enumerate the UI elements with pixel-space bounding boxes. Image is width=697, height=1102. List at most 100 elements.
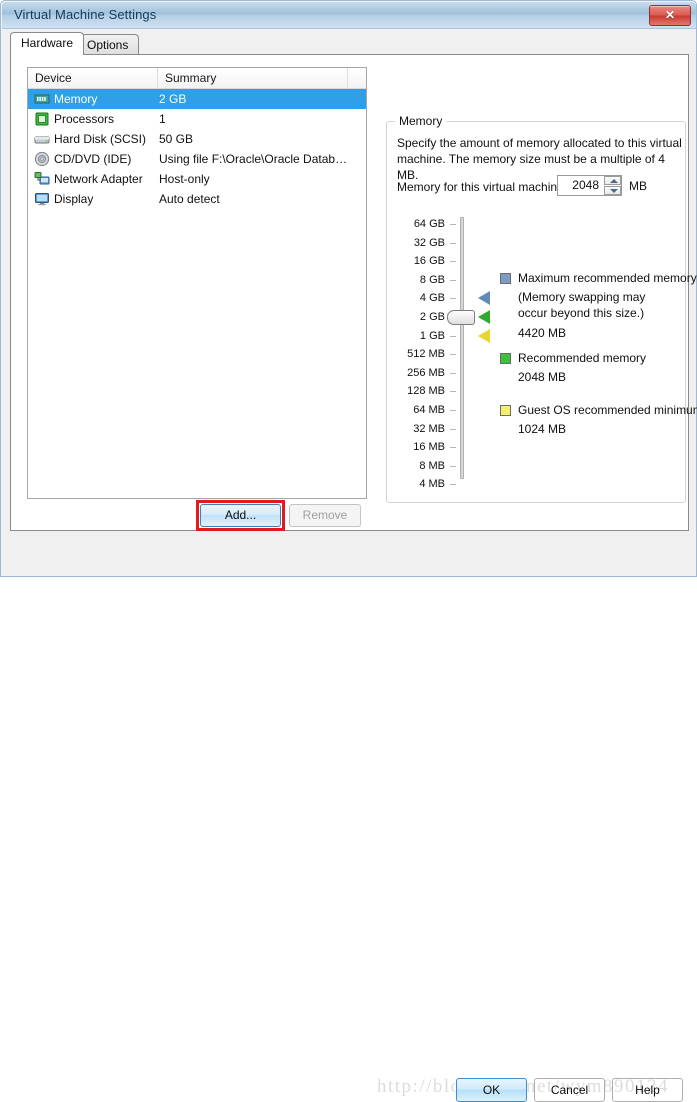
- guest-minimum-marker: [478, 328, 490, 343]
- scale-tick-label: 16 GB: [413, 255, 445, 268]
- legend-value-maximum-recommended-memory: 4420 MB: [518, 326, 567, 340]
- scale-tick-mark: [450, 372, 456, 374]
- scale-tick-label: 4 GB: [419, 292, 445, 305]
- memory-description: Specify the amount of memory allocated t…: [397, 136, 682, 182]
- hard-disk-icon: [34, 131, 50, 147]
- spinner-up-button[interactable]: [604, 176, 621, 185]
- scale-tick-label: 8 MB: [419, 459, 445, 472]
- device-row-processors[interactable]: Processors 1: [28, 109, 366, 129]
- scale-tick-label: 32 GB: [413, 236, 445, 249]
- scale-row: 128 MB: [389, 384, 689, 398]
- title-bar: Virtual Machine Settings ✕: [2, 2, 696, 29]
- column-header-summary[interactable]: Summary: [158, 68, 348, 88]
- device-name: Network Adapter: [54, 172, 143, 186]
- device-row-display[interactable]: Display Auto detect: [28, 189, 366, 209]
- scale-tick-mark: [450, 465, 456, 467]
- scale-row: 16 GB: [389, 254, 689, 268]
- memory-scale: 64 GB 32 GB 16 GB 8 GB 4 GB 2 GB 1 GB 512 MB 256…: [389, 215, 689, 490]
- cancel-button[interactable]: Cancel: [534, 1078, 605, 1102]
- window-title: Virtual Machine Settings: [14, 7, 157, 22]
- scale-tick-mark: [450, 298, 456, 300]
- scale-row: 4 MB: [389, 477, 689, 491]
- dialog-button-bar: http://blog.csdn.net/wym890124 OK Cancel…: [1, 531, 697, 1102]
- ok-button[interactable]: OK: [456, 1078, 527, 1102]
- close-button[interactable]: ✕: [649, 5, 691, 26]
- device-name: Display: [54, 192, 94, 206]
- memory-icon: [34, 91, 50, 107]
- device-summary: 1: [159, 112, 166, 126]
- legend-swatch-maximum-recommended-memory: [500, 273, 511, 284]
- device-summary: Host-only: [159, 172, 210, 186]
- memory-group-label: Memory: [395, 114, 447, 128]
- add-button[interactable]: Add...: [200, 504, 281, 527]
- scale-tick-mark: [450, 279, 456, 281]
- hardware-tab-page: Device Summary Memory 2 GB Processors 1 …: [10, 54, 697, 531]
- tab-hardware[interactable]: Hardware: [10, 32, 85, 55]
- scale-tick-label: 128 MB: [407, 385, 445, 398]
- legend-title-recommended-memory: Recommended memory: [518, 351, 647, 365]
- scale-tick-mark: [450, 447, 456, 449]
- column-header-extra[interactable]: [348, 68, 366, 88]
- legend-title-guest-os-recommended-minimum: Guest OS recommended minimum: [518, 403, 697, 417]
- device-row-network-adapter[interactable]: Network Adapter Host-only: [28, 169, 366, 189]
- device-summary: Using file F:\Oracle\Oracle Datab…: [159, 152, 348, 166]
- scale-tick-label: 256 MB: [407, 366, 445, 379]
- scale-tick-label: 4 MB: [419, 478, 445, 491]
- help-button[interactable]: Help: [612, 1078, 683, 1102]
- legend-title-maximum-recommended-memory: Maximum recommended memory: [518, 271, 697, 285]
- virtual-machine-settings-window: Virtual Machine Settings ✕ Hardware Opti…: [0, 0, 697, 1102]
- scale-tick-label: 32 MB: [413, 422, 445, 435]
- legend-value-recommended-memory: 2048 MB: [518, 370, 567, 384]
- device-name: Processors: [54, 112, 115, 126]
- scale-tick-label: 64 MB: [413, 404, 445, 416]
- scale-row: 32 GB: [389, 236, 689, 250]
- device-list-header: Device Summary: [28, 68, 366, 89]
- scale-tick-label: 512 MB: [407, 348, 445, 361]
- memory-slider-track[interactable]: [460, 217, 464, 479]
- device-name: Memory: [54, 92, 98, 106]
- scale-tick-mark: [450, 335, 456, 337]
- scale-tick-mark: [450, 428, 456, 430]
- memory-slider-thumb[interactable]: [447, 310, 475, 325]
- device-row-hard-disk[interactable]: Hard Disk (SCSI) 50 GB: [28, 129, 366, 149]
- chevron-down-icon: [610, 189, 618, 193]
- scale-tick-label: 2 GB: [419, 311, 445, 323]
- legend-swatch-guest-os-recommended-minimum: [500, 405, 511, 416]
- scale-tick-label: 64 GB: [413, 218, 445, 230]
- memory-unit-label: MB: [629, 179, 647, 193]
- column-header-device[interactable]: Device: [28, 68, 158, 88]
- memory-input[interactable]: [558, 176, 602, 195]
- chevron-up-icon: [610, 179, 618, 183]
- device-list[interactable]: Device Summary Memory 2 GB Processors 1 …: [27, 67, 367, 499]
- spinner-down-button[interactable]: [604, 186, 621, 195]
- network-adapter-icon: [34, 171, 50, 187]
- recommended-marker: [478, 310, 490, 324]
- memory-field-label: Memory for this virtual machine:: [397, 180, 568, 194]
- scale-tick-mark: [450, 224, 456, 225]
- maximum-recommended-marker: [478, 291, 490, 306]
- processor-icon: [34, 111, 50, 127]
- scale-tick-label: 16 MB: [413, 441, 445, 454]
- display-icon: [34, 191, 50, 207]
- scale-row: 16 MB: [389, 440, 689, 454]
- device-list-rows: Memory 2 GB Processors 1 Hard Disk (SCSI…: [28, 89, 366, 498]
- scale-tick-mark: [450, 391, 456, 393]
- device-summary: 2 GB: [159, 92, 187, 106]
- legend-note-maximum-recommended-memory: (Memory swapping may occur beyond this s…: [518, 290, 646, 320]
- cd-dvd-icon: [34, 151, 50, 167]
- remove-button: Remove: [289, 504, 361, 527]
- scale-row: 64 GB: [389, 217, 689, 231]
- scale-tick-mark: [450, 484, 456, 486]
- scale-tick-label: 8 GB: [419, 273, 445, 286]
- memory-spinner[interactable]: [557, 175, 622, 196]
- scale-tick-mark: [450, 410, 456, 411]
- device-name: CD/DVD (IDE): [54, 152, 132, 166]
- scale-row: 8 MB: [389, 459, 689, 473]
- legend-value-guest-os-recommended-minimum: 1024 MB: [518, 422, 567, 436]
- tab-options[interactable]: Options: [76, 34, 140, 54]
- scale-tick-mark: [450, 261, 456, 263]
- device-summary: 50 GB: [159, 132, 194, 146]
- device-row-memory[interactable]: Memory 2 GB: [28, 89, 366, 109]
- close-icon: ✕: [664, 8, 676, 22]
- device-row-cd-dvd[interactable]: CD/DVD (IDE) Using file F:\Oracle\Oracle…: [28, 149, 366, 169]
